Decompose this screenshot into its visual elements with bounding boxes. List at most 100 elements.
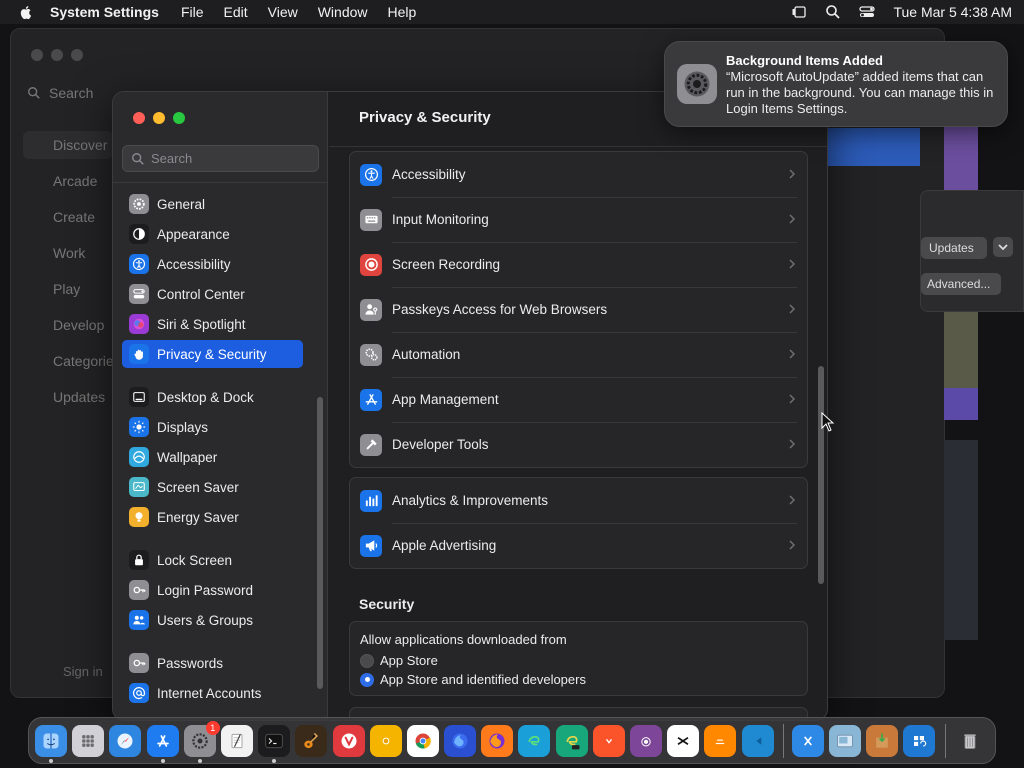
menu-edit[interactable]: Edit xyxy=(224,4,248,20)
dock-safari[interactable] xyxy=(109,724,142,757)
row-passkeys-access-for-web-browsers[interactable]: Passkeys Access for Web Browsers xyxy=(350,287,807,332)
dock-firefox[interactable] xyxy=(481,724,514,757)
row-developer-tools[interactable]: Developer Tools xyxy=(350,422,807,467)
dock-microsoft-autoupdate[interactable] xyxy=(903,724,936,757)
row-screen-recording[interactable]: Screen Recording xyxy=(350,242,807,287)
chevron-right-icon xyxy=(789,495,796,505)
control-center-icon[interactable] xyxy=(859,4,876,20)
dock-firefox-dev[interactable] xyxy=(444,724,477,757)
lock-icon-tile xyxy=(129,550,149,570)
dock-tor[interactable] xyxy=(630,724,662,757)
close-button[interactable] xyxy=(133,112,145,124)
row-automation[interactable]: Automation xyxy=(350,332,807,377)
background-sidebar-item: Play xyxy=(53,281,81,297)
search-icon xyxy=(28,87,40,99)
sidebar-item-passwords[interactable]: Passwords xyxy=(122,649,303,677)
dock-vivaldi[interactable] xyxy=(332,724,365,757)
search-input[interactable] xyxy=(151,151,311,166)
sidebar-item-displays[interactable]: Displays xyxy=(122,413,303,441)
notification-banner[interactable]: Background Items Added “Microsoft AutoUp… xyxy=(664,41,1008,127)
dock-brave[interactable] xyxy=(592,724,625,757)
sidebar-item-energy-saver[interactable]: Energy Saver xyxy=(122,503,303,531)
sidebar-scrollbar[interactable] xyxy=(317,397,323,689)
background-sidebar-item: Discover xyxy=(23,131,113,159)
dock-icon xyxy=(133,392,145,402)
launchpad-icon xyxy=(82,734,95,747)
dock-capcut[interactable] xyxy=(667,724,700,757)
stage-manager-icon[interactable] xyxy=(791,4,807,20)
sidebar-item-lock-screen[interactable]: Lock Screen xyxy=(122,546,303,574)
radio-button[interactable] xyxy=(360,653,374,668)
passkey-icon-tile xyxy=(360,298,382,321)
advanced-button[interactable]: Advanced... xyxy=(921,273,1001,295)
settings-content: Privacy & Security Accessibility Input M… xyxy=(329,92,827,720)
accessibility-icon-tile xyxy=(129,254,149,274)
dock-installer[interactable] xyxy=(866,724,899,757)
dock-xcode[interactable] xyxy=(791,724,824,757)
dock-edge-canary[interactable] xyxy=(555,724,588,757)
dock-preview[interactable] xyxy=(828,724,861,757)
control-center-icon-tile xyxy=(129,284,149,304)
sidebar-item-login-password[interactable]: Login Password xyxy=(122,576,303,604)
row-analytics-improvements[interactable]: Analytics & Improvements xyxy=(350,478,807,523)
app-store-icon-tile xyxy=(360,388,382,411)
updates-dropdown[interactable] xyxy=(993,237,1013,257)
clock[interactable]: Tue Mar 5 4:38 AM xyxy=(893,4,1012,20)
dock-textedit[interactable] xyxy=(220,724,253,757)
dock-garageband[interactable] xyxy=(295,724,328,757)
sidebar-item-siri-spotlight[interactable]: Siri & Spotlight xyxy=(122,310,303,338)
background-sidebar-item: Create xyxy=(53,209,96,225)
battery-icon-tile xyxy=(129,507,149,527)
wallpaper-icon xyxy=(133,451,145,463)
sidebar-item-desktop-dock[interactable]: Desktop & Dock xyxy=(122,383,303,411)
installer-icon xyxy=(876,733,888,748)
row-label: Apple Advertising xyxy=(392,538,497,553)
sidebar-item-users-groups[interactable]: Users & Groups xyxy=(122,606,303,634)
garageband-icon xyxy=(304,732,319,748)
sidebar-item-general[interactable]: General xyxy=(122,190,303,218)
content-scrollbar[interactable] xyxy=(818,366,824,584)
sidebar-search[interactable] xyxy=(122,145,319,172)
sidebar-item-internet-accounts[interactable]: Internet Accounts xyxy=(122,679,303,707)
background-banner xyxy=(828,128,920,166)
search-icon[interactable] xyxy=(825,4,841,20)
mouse-cursor-icon xyxy=(821,412,835,432)
dock-vscode[interactable] xyxy=(741,724,774,757)
dock-system-settings[interactable]: 1 xyxy=(183,720,220,763)
sidebar-item-screen-saver[interactable]: Screen Saver xyxy=(122,473,303,501)
dock-chrome-canary[interactable] xyxy=(369,724,402,757)
dock-finder[interactable] xyxy=(35,724,67,763)
dock-terminal[interactable] xyxy=(258,724,291,763)
dock-chrome[interactable] xyxy=(406,724,439,757)
row-input-monitoring[interactable]: Input Monitoring xyxy=(350,197,807,242)
menu-app-name[interactable]: System Settings xyxy=(50,4,159,20)
apple-logo-icon[interactable] xyxy=(18,4,34,20)
dock-trash[interactable] xyxy=(954,725,986,757)
security-section-title: Security xyxy=(359,596,415,612)
sidebar-item-wallpaper[interactable]: Wallpaper xyxy=(122,443,303,471)
radio-app-store[interactable]: App Store xyxy=(360,651,797,670)
radio-app-store-identified[interactable]: App Store and identified developers xyxy=(360,670,797,689)
sidebar-item-label: Energy Saver xyxy=(157,509,239,525)
background-search: Search xyxy=(27,85,93,101)
dock-app-store[interactable] xyxy=(146,724,179,763)
dock-edge[interactable] xyxy=(518,724,551,757)
zoom-button[interactable] xyxy=(173,112,185,124)
dock-vlc[interactable] xyxy=(704,724,737,757)
menu-file[interactable]: File xyxy=(181,4,204,20)
sidebar-item-control-center[interactable]: Control Center xyxy=(122,280,303,308)
row-apple-advertising[interactable]: Apple Advertising xyxy=(350,523,807,568)
radio-button-selected[interactable] xyxy=(360,672,374,687)
sidebar-item-privacy-security[interactable]: Privacy & Security xyxy=(122,340,303,368)
menu-window[interactable]: Window xyxy=(318,4,368,20)
menu-help[interactable]: Help xyxy=(388,4,417,20)
row-app-management[interactable]: App Management xyxy=(350,377,807,422)
at-icon xyxy=(132,687,146,700)
dock-launchpad[interactable] xyxy=(72,724,105,757)
sidebar-item-appearance[interactable]: Appearance xyxy=(122,220,303,248)
sidebar-item-accessibility[interactable]: Accessibility xyxy=(122,250,303,278)
menu-view[interactable]: View xyxy=(268,4,298,20)
row-accessibility[interactable]: Accessibility xyxy=(350,152,807,197)
updates-button[interactable]: Updates xyxy=(921,237,987,259)
minimize-button[interactable] xyxy=(153,112,165,124)
